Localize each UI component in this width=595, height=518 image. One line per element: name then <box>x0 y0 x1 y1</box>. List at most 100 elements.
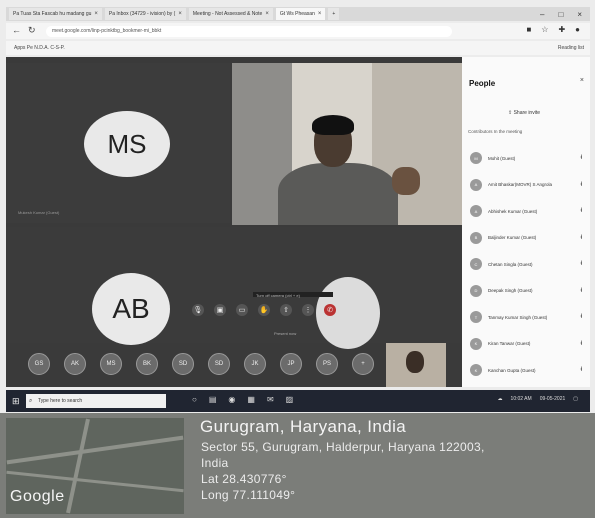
taskbar-search-input[interactable]: ⌕ Type here to search <box>26 394 166 408</box>
participant-chip[interactable]: BK <box>136 353 158 375</box>
participant-chip[interactable]: AK <box>64 353 86 375</box>
avatar: D <box>470 284 482 297</box>
browser-tab[interactable]: Pa Tuas Sta Fascab hu madang gu × <box>9 8 102 20</box>
file-explorer-icon[interactable]: ▤ <box>209 395 217 404</box>
participant-chip[interactable]: JK <box>244 353 266 375</box>
new-tab-button[interactable]: + <box>328 8 340 20</box>
close-icon[interactable]: × <box>265 11 269 17</box>
tab-label: Meeting - Not Assessed & Note <box>192 11 263 17</box>
address-bar-actions: ■ ☆ ✚ ● <box>526 25 580 34</box>
bookmarks-label[interactable]: Apps Pe N.D.A. C-S-P. <box>14 45 65 51</box>
system-tray: ☁ 10:02 AM 09-05-2021 ▢ <box>498 396 578 402</box>
self-view-video[interactable] <box>386 343 446 387</box>
call-controls: 🎙 ▣ ▭ ✋ ⇧ ⋮ ✆ <box>192 301 336 319</box>
close-icon[interactable]: × <box>580 77 584 84</box>
chrome-icon[interactable]: ◉ <box>228 395 235 404</box>
mic-muted-icon[interactable]: ⱡ <box>581 314 582 320</box>
participant-chip[interactable]: JP <box>280 353 302 375</box>
back-icon[interactable]: ← <box>12 25 21 35</box>
panel-title: People <box>469 79 496 88</box>
mic-icon[interactable]: 🎙 <box>192 304 204 316</box>
participant-name: Abhishek Kumar (Guest) <box>488 208 538 214</box>
participant-chip[interactable]: GS <box>28 353 50 375</box>
mic-muted-icon[interactable]: ⱡ <box>581 235 582 241</box>
avatar: C <box>470 258 482 271</box>
list-item[interactable]: T Tanmay Kumar Singh (Guest) ⱡ <box>462 304 590 331</box>
browser-tab-active[interactable]: Gt Ws Pheasan × <box>275 8 326 20</box>
window-controls: – □ × <box>540 7 582 21</box>
close-window-icon[interactable]: × <box>577 10 582 19</box>
tab-label: Pa Tuas Sta Fascab hu madang gu <box>13 11 92 17</box>
geotag-longitude: Long 77.111049° <box>201 488 296 502</box>
person-body <box>278 163 398 225</box>
close-icon[interactable]: × <box>178 11 182 17</box>
reload-icon[interactable]: ↻ <box>28 25 36 36</box>
camera-icon[interactable]: ■ <box>526 25 531 34</box>
participant-chip[interactable]: PS <box>316 353 338 375</box>
mic-muted-icon[interactable]: ⱡ <box>581 155 582 161</box>
store-icon[interactable]: ▦ <box>247 395 255 404</box>
mic-muted-icon[interactable]: ⱡ <box>581 208 582 214</box>
close-icon[interactable]: × <box>318 11 322 17</box>
url-field[interactable]: meet.google.com/linp-pcinktbg_bookmer-mi… <box>46 25 452 37</box>
maximize-icon[interactable]: □ <box>558 10 563 19</box>
list-item[interactable]: K Kanchan Gupta (Guest) ⱡ <box>462 357 590 384</box>
mic-muted-icon[interactable]: ⱡ <box>581 341 582 347</box>
video-tile[interactable] <box>232 63 462 225</box>
avatar: K <box>470 364 482 377</box>
tab-label: Gt Ws Pheasan <box>279 11 315 17</box>
more-options-icon[interactable]: ⋮ <box>302 304 314 316</box>
avatar: M <box>470 152 482 165</box>
weather-icon[interactable]: ☁ <box>498 396 503 402</box>
profile-avatar-icon[interactable]: ● <box>575 25 580 34</box>
list-item[interactable]: A Amit Bhaskar(MOVR) S Angrola ⱡ <box>462 172 590 199</box>
participant-name: Mohit (Guest) <box>488 155 516 161</box>
participant-tile[interactable] <box>6 227 462 343</box>
star-icon[interactable]: ☆ <box>541 25 548 34</box>
reading-list-button[interactable]: Reading list <box>558 45 584 51</box>
end-call-icon[interactable]: ✆ <box>324 304 336 316</box>
close-icon[interactable]: × <box>94 11 98 17</box>
avatar: K <box>470 337 482 350</box>
present-icon[interactable]: ⇧ <box>280 304 292 316</box>
geotag-address: Sector 55, Gurugram, Halderpur, Haryana … <box>201 440 485 454</box>
mic-muted-icon[interactable]: ⱡ <box>581 261 582 267</box>
browser-tab[interactable]: Meeting - Not Assessed & Note × <box>188 8 273 20</box>
windows-start-icon[interactable]: ⊞ <box>12 396 20 407</box>
search-placeholder: Type here to search <box>38 398 83 404</box>
app-icon[interactable]: ▨ <box>286 395 294 404</box>
list-item[interactable]: M Mohit (Guest) ⱡ <box>462 145 590 172</box>
list-item[interactable]: C Chetan Singla (Guest) ⱡ <box>462 251 590 278</box>
participant-chip[interactable]: + <box>352 353 374 375</box>
clock-date[interactable]: 09-05-2021 <box>540 396 566 402</box>
mail-icon[interactable]: ✉ <box>267 395 274 404</box>
camera-toggle-icon[interactable]: ▣ <box>214 304 226 316</box>
list-item[interactable]: K Kiran Tanwar (Guest) ⱡ <box>462 331 590 358</box>
mic-muted-icon[interactable]: ⱡ <box>581 182 582 188</box>
raise-hand-icon[interactable]: ✋ <box>258 304 270 316</box>
participant-chip[interactable]: MS <box>100 353 122 375</box>
participant-name: Kanchan Gupta (Guest) <box>488 367 536 373</box>
google-logo: Google <box>10 488 65 505</box>
list-item[interactable]: D Deepak Singh (Guest) ⱡ <box>462 278 590 305</box>
meeting-stage: MS Mukesh Kumar (Guest) AB Turn off came… <box>6 57 462 387</box>
participant-chip[interactable]: SD <box>172 353 194 375</box>
geotag-latitude: Lat 28.430776° <box>201 472 287 486</box>
browser-tab[interactable]: Pa Inbox (34729 - ivision) by (× <box>104 8 186 20</box>
notification-icon[interactable]: ▢ <box>573 396 578 402</box>
task-view-icon[interactable]: ○ <box>192 395 197 404</box>
captions-icon[interactable]: ▭ <box>236 304 248 316</box>
mic-muted-icon[interactable]: ⱡ <box>581 367 582 373</box>
participant-tile[interactable]: MS Mukesh Kumar (Guest) <box>6 63 230 223</box>
share-invite-button[interactable]: ⇪ Share invite <box>508 110 540 116</box>
list-item[interactable]: A Abhishek Kumar (Guest) ⱡ <box>462 198 590 225</box>
avatar: MS <box>84 111 170 177</box>
clock-time[interactable]: 10:02 AM <box>511 396 532 402</box>
tile-name-label: Mukesh Kumar (Guest) <box>18 210 60 215</box>
person-hand <box>392 167 420 195</box>
mic-muted-icon[interactable]: ⱡ <box>581 288 582 294</box>
list-item[interactable]: B Baljinder Kumar (Guest) ⱡ <box>462 225 590 252</box>
minimize-icon[interactable]: – <box>540 10 544 19</box>
extension-icon[interactable]: ✚ <box>558 25 565 34</box>
participant-chip[interactable]: SD <box>208 353 230 375</box>
